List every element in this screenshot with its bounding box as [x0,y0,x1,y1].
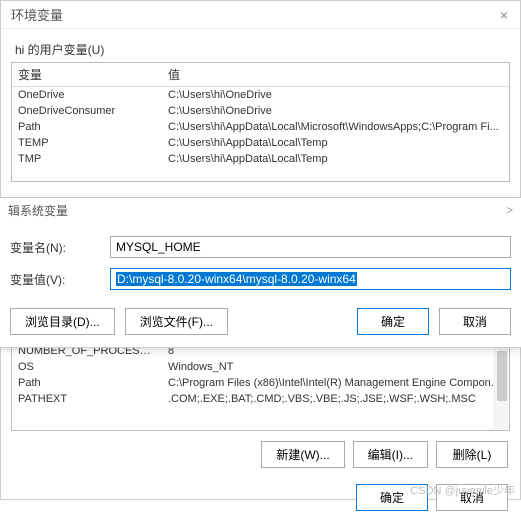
table-row[interactable]: TEMPC:\Users\hi\AppData\Local\Temp [12,135,509,151]
watermark: CSDN @juvenile少年 [410,482,515,498]
value-row: 变量值(V): D:\mysql-8.0.20-winx64\mysql-8.0… [10,268,511,290]
value-input-text: D:\mysql-8.0.20-winx64\mysql-8.0.20-winx… [116,272,357,286]
name-label: 变量名(N): [10,239,110,256]
dialog-title: 环境变量 [11,5,63,24]
table-row[interactable]: TMPC:\Users\hi\AppData\Local\Temp [12,151,509,167]
name-input[interactable] [110,236,511,258]
chevron-right-icon[interactable]: > [506,203,513,217]
user-vars-rows[interactable]: OneDriveC:\Users\hi\OneDrive OneDriveCon… [12,87,509,182]
table-row[interactable]: OneDriveC:\Users\hi\OneDrive [12,87,509,103]
header-name[interactable]: 变量 [12,63,162,86]
delete-button[interactable]: 删除(L) [436,441,508,468]
edit-ok-button[interactable]: 确定 [357,308,429,335]
user-vars-table: 变量 值 OneDriveC:\Users\hi\OneDrive OneDri… [11,62,510,182]
value-label: 变量值(V): [10,271,110,288]
value-input[interactable]: D:\mysql-8.0.20-winx64\mysql-8.0.20-winx… [110,268,511,290]
sysvar-buttons: 新建(W)... 编辑(I)... 删除(L) [11,441,510,468]
new-button[interactable]: 新建(W)... [261,441,344,468]
table-row[interactable]: OSWindows_NT [12,359,509,375]
header-value[interactable]: 值 [162,63,509,86]
edit-dialog-title: 辑系统变量 [8,202,68,219]
titlebar[interactable]: 环境变量 × [1,1,520,29]
table-row[interactable]: PathC:\Program Files (x86)\Intel\Intel(R… [12,375,509,391]
edit-body: 变量名(N): 变量值(V): D:\mysql-8.0.20-winx64\m… [0,222,521,290]
close-icon[interactable]: × [494,5,514,25]
edit-buttons: 浏览目录(D)... 浏览文件(F)... 确定 取消 [0,300,521,335]
edit-cancel-button[interactable]: 取消 [439,308,511,335]
browse-dir-button[interactable]: 浏览目录(D)... [10,308,115,335]
edit-titlebar[interactable]: 辑系统变量 > [0,198,521,222]
table-row[interactable]: PATHEXT.COM;.EXE;.BAT;.CMD;.VBS;.VBE;.JS… [12,391,509,407]
table-row[interactable]: OneDriveConsumerC:\Users\hi\OneDrive [12,103,509,119]
edit-button[interactable]: 编辑(I)... [353,441,428,468]
browse-file-button[interactable]: 浏览文件(F)... [125,308,228,335]
scrollbar-thumb[interactable] [497,351,507,401]
edit-sysvar-dialog: 辑系统变量 > 变量名(N): 变量值(V): D:\mysql-8.0.20-… [0,197,521,348]
name-row: 变量名(N): [10,236,511,258]
table-row[interactable]: PathC:\Users\hi\AppData\Local\Microsoft\… [12,119,509,135]
table-header: 变量 值 [12,63,509,87]
user-vars-label: hi 的用户变量(U) [15,41,510,58]
